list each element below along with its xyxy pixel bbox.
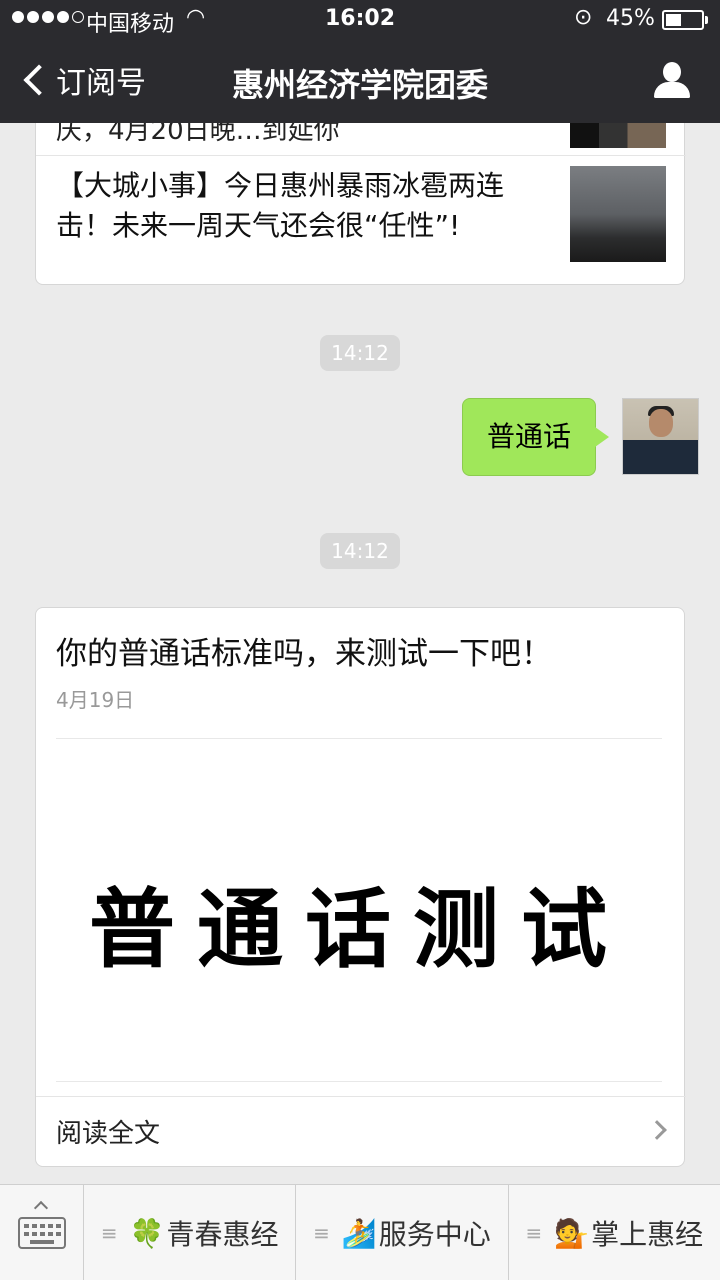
user-message-bubble[interactable]: 普通话 [462,398,596,476]
menu-item-service[interactable]: ≡ 🏄 服务中心 [296,1185,509,1280]
menu-list-icon: ≡ [525,1221,543,1245]
article-card[interactable]: 你的普通话标准吗，来测试一下吧！ 4月19日 普通话测试 阅读全文 [35,607,686,1168]
read-more-link[interactable]: 阅读全文 [36,1096,686,1168]
article-card[interactable]: 庆，4月20日晚…到延你 【大城小事】今日惠州暴雨冰雹两连击！未来一周天气还会很… [35,123,686,285]
top-bar: 中国移动 ◠ 16:02 ⊙ 45% 订阅号 惠州经济学院团委 [0,0,720,123]
surfer-icon: 🏄 [341,1216,377,1250]
caret-up-icon [33,1200,49,1216]
timestamp-pill: 14:12 [320,335,400,371]
menu-item-label: 掌上惠经 [591,1218,704,1251]
article-row[interactable]: 庆，4月20日晚…到延你 [36,123,686,156]
timestamp-pill: 14:12 [320,533,400,569]
bubble-tail [595,427,609,447]
keyboard-toggle-button[interactable] [0,1185,84,1280]
article-thumbnail [570,166,666,262]
person-info-icon: 💁 [554,1216,590,1250]
battery-percent: 45% [606,6,655,31]
article-thumbnail [570,123,666,148]
cover-text: 普通话测试 [89,879,629,980]
keyboard-icon [18,1217,66,1249]
avatar[interactable] [622,398,699,475]
bottom-menu-bar: ≡ 🍀 青春惠经 ≡ 🏄 服务中心 ≡ 💁 掌上惠经 [0,1184,720,1280]
menu-item-qingchun[interactable]: ≡ 🍀 青春惠经 [84,1185,297,1280]
menu-item-label: 青春惠经 [166,1218,279,1251]
article-headline: 【大城小事】今日惠州暴雨冰雹两连击！未来一周天气还会很“任性”! [56,169,505,242]
profile-icon[interactable] [654,62,690,100]
menu-list-icon: ≡ [313,1221,330,1245]
nav-bar: 订阅号 惠州经济学院团委 [0,40,720,123]
rotation-lock-icon: ⊙ [574,5,593,30]
article-date: 4月19日 [56,688,135,712]
article-title-partial: 庆，4月20日晚…到延你 [56,123,340,146]
page-title: 惠州经济学院团委 [231,66,488,104]
chevron-right-icon [647,1120,667,1140]
clover-icon: 🍀 [129,1216,165,1250]
chat-area[interactable]: 庆，4月20日晚…到延你 【大城小事】今日惠州暴雨冰雹两连击！未来一周天气还会很… [0,123,720,1184]
battery-icon [662,10,704,30]
menu-item-zhangshang[interactable]: ≡ 💁 掌上惠经 [509,1185,720,1280]
menu-list-icon: ≡ [100,1221,118,1245]
read-more-label: 阅读全文 [56,1119,161,1149]
menu-item-label: 服务中心 [378,1218,491,1251]
status-bar: 中国移动 ◠ 16:02 ⊙ 45% [0,0,720,40]
article-title: 你的普通话标准吗，来测试一下吧！ [56,636,552,672]
article-cover-image: 普通话测试 [56,738,662,1082]
battery-tip [705,16,708,24]
